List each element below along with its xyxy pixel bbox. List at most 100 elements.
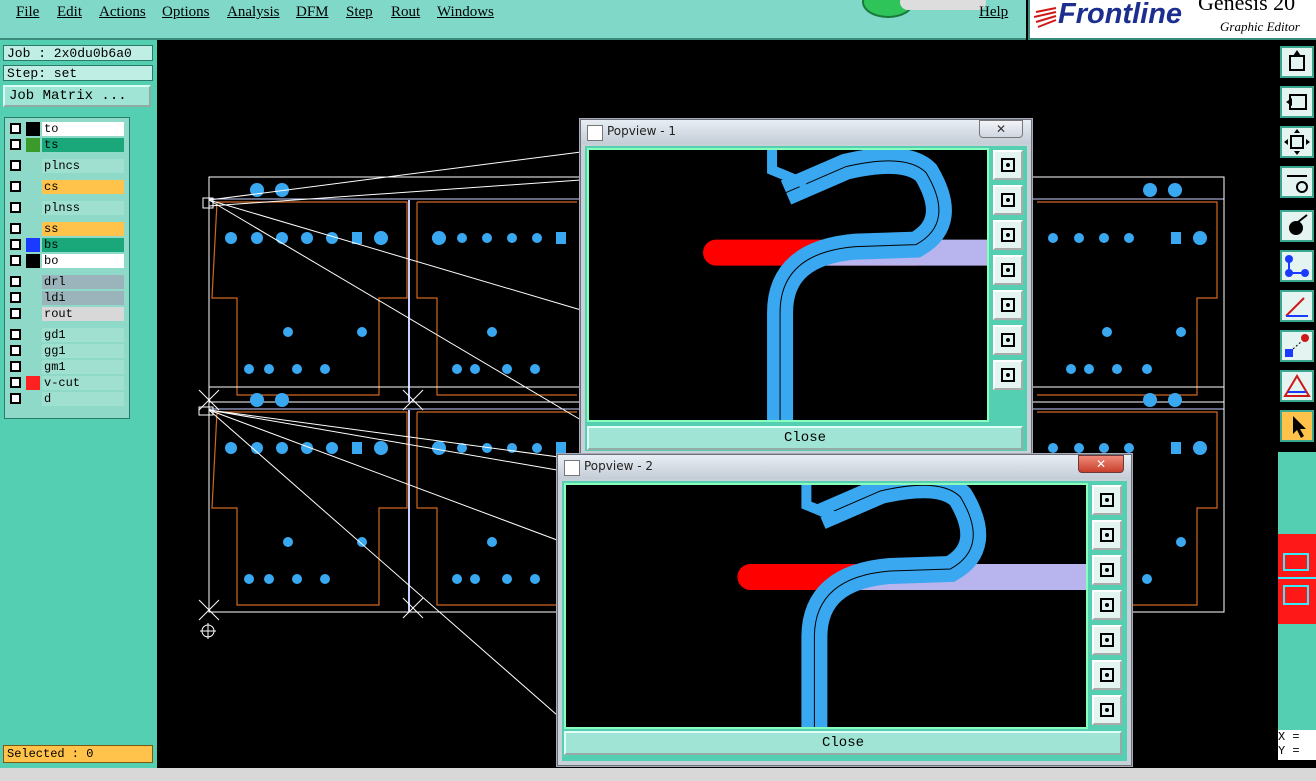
layer-color-swatch[interactable] — [26, 180, 40, 194]
pan-left-button[interactable] — [1280, 86, 1314, 118]
layer-checkbox[interactable] — [10, 239, 21, 250]
measure-tool-button[interactable] — [1280, 290, 1314, 322]
layer-checkbox[interactable] — [10, 223, 21, 234]
layer-name[interactable]: v-cut — [42, 376, 124, 390]
layer-name[interactable]: d — [42, 392, 124, 406]
popview-tool-button[interactable] — [1092, 660, 1122, 690]
menu-help[interactable]: Help — [979, 4, 1008, 21]
layer-color-swatch[interactable] — [26, 360, 40, 374]
layer-color-swatch[interactable] — [26, 254, 40, 268]
zoom-home-button[interactable] — [1280, 46, 1314, 78]
popview-tool-button[interactable] — [993, 220, 1023, 250]
layer-color-swatch[interactable] — [26, 291, 40, 305]
product-subtitle: Graphic Editor — [1220, 19, 1300, 34]
settings-button[interactable] — [1280, 166, 1314, 198]
layer-color-swatch[interactable] — [26, 328, 40, 342]
layer-checkbox[interactable] — [10, 202, 21, 213]
layer-name[interactable]: rout — [42, 307, 124, 321]
pointer-tool-button[interactable] — [1280, 410, 1314, 442]
layer-checkbox[interactable] — [10, 123, 21, 134]
layer-checkbox[interactable] — [10, 377, 21, 388]
popview-2-close-button[interactable]: Close — [564, 731, 1122, 755]
layer-checkbox[interactable] — [10, 160, 21, 171]
layer-name[interactable]: to — [42, 122, 124, 136]
coordinate-readout: X = Y = — [1278, 730, 1316, 760]
popview-1-close-x-button[interactable]: ✕ — [979, 120, 1023, 138]
popview-2-zoom-drawing — [737, 472, 1086, 727]
frontline-swoosh-icon — [1034, 7, 1057, 28]
popview-tool-button[interactable] — [993, 325, 1023, 355]
layer-color-swatch[interactable] — [26, 201, 40, 215]
popview-tool-button[interactable] — [1092, 485, 1122, 515]
popview-1-close-button[interactable]: Close — [587, 426, 1023, 450]
layer-name[interactable]: gm1 — [42, 360, 124, 374]
layer-checkbox[interactable] — [10, 361, 21, 372]
popview-2-close-x-button[interactable]: ✕ — [1078, 455, 1124, 473]
layer-color-swatch[interactable] — [26, 159, 40, 173]
popview-tool-button[interactable] — [1092, 590, 1122, 620]
layer-name[interactable]: bo — [42, 254, 124, 268]
popview-tool-button[interactable] — [1092, 555, 1122, 585]
layer-color-swatch[interactable] — [26, 122, 40, 136]
popview-1-title: Popview - 1 — [607, 124, 676, 138]
navigator-panel[interactable] — [1278, 452, 1316, 755]
popview-2-titlebar[interactable]: Popview - 2 — [558, 455, 1131, 479]
layer-color-swatch[interactable] — [26, 222, 40, 236]
menu-actions[interactable]: Actions — [99, 4, 146, 21]
layer-checkbox[interactable] — [10, 329, 21, 340]
fit-view-button[interactable] — [1280, 126, 1314, 158]
layer-checkbox[interactable] — [10, 139, 21, 150]
popview-tool-button[interactable] — [993, 185, 1023, 215]
layer-checkbox[interactable] — [10, 345, 21, 356]
job-matrix-button[interactable]: Job Matrix ... — [3, 85, 151, 107]
drc-tool-button[interactable] — [1280, 370, 1314, 402]
menu-analysis[interactable]: Analysis — [227, 4, 280, 21]
popview-1-titlebar[interactable]: Popview - 1 — [581, 120, 1031, 144]
menu-dfm[interactable]: DFM — [296, 4, 329, 21]
window-app-icon — [587, 125, 603, 141]
menu-step[interactable]: Step — [346, 4, 373, 21]
popview-tool-button[interactable] — [993, 150, 1023, 180]
layer-name[interactable]: bs — [42, 238, 124, 252]
layer-color-swatch[interactable] — [26, 344, 40, 358]
layer-checkbox[interactable] — [10, 255, 21, 266]
popview-tool-button[interactable] — [1092, 625, 1122, 655]
popview-1-canvas[interactable] — [587, 147, 989, 422]
menu-rout[interactable]: Rout — [391, 4, 420, 21]
layer-name[interactable]: cs — [42, 180, 124, 194]
layer-checkbox[interactable] — [10, 308, 21, 319]
popview-tool-button[interactable] — [993, 290, 1023, 320]
right-toolbar: X = Y = — [1277, 40, 1316, 781]
layer-name[interactable]: ldi — [42, 291, 124, 305]
popview-tool-button[interactable] — [993, 255, 1023, 285]
menu-file[interactable]: File — [16, 4, 39, 21]
layer-name[interactable]: ts — [42, 138, 124, 152]
layer-color-swatch[interactable] — [26, 392, 40, 406]
popview-2-canvas[interactable] — [564, 472, 1088, 729]
popview-tool-button[interactable] — [993, 360, 1023, 390]
layer-checkbox[interactable] — [10, 276, 21, 287]
menu-windows[interactable]: Windows — [437, 4, 494, 21]
layer-name[interactable]: gg1 — [42, 344, 124, 358]
menu-options[interactable]: Options — [162, 4, 210, 21]
select-tool-button[interactable] — [1280, 210, 1314, 242]
layer-color-swatch[interactable] — [26, 275, 40, 289]
net-tool-button[interactable] — [1280, 250, 1314, 282]
menu-edit[interactable]: Edit — [57, 4, 82, 21]
layer-color-swatch[interactable] — [26, 307, 40, 321]
layer-checkbox[interactable] — [10, 393, 21, 404]
layer-checkbox[interactable] — [10, 181, 21, 192]
view-tool-icon — [1100, 493, 1114, 507]
layer-name[interactable]: plncs — [42, 159, 124, 173]
layer-checkbox[interactable] — [10, 292, 21, 303]
popview-tool-button[interactable] — [1092, 695, 1122, 725]
layer-color-swatch[interactable] — [26, 238, 40, 252]
layer-name[interactable]: plnss — [42, 201, 124, 215]
layer-color-swatch[interactable] — [26, 376, 40, 390]
layer-color-swatch[interactable] — [26, 138, 40, 152]
snap-tool-button[interactable] — [1280, 330, 1314, 362]
popview-tool-button[interactable] — [1092, 520, 1122, 550]
layer-name[interactable]: gd1 — [42, 328, 124, 342]
layer-name[interactable]: ss — [42, 222, 124, 236]
layer-name[interactable]: drl — [42, 275, 124, 289]
